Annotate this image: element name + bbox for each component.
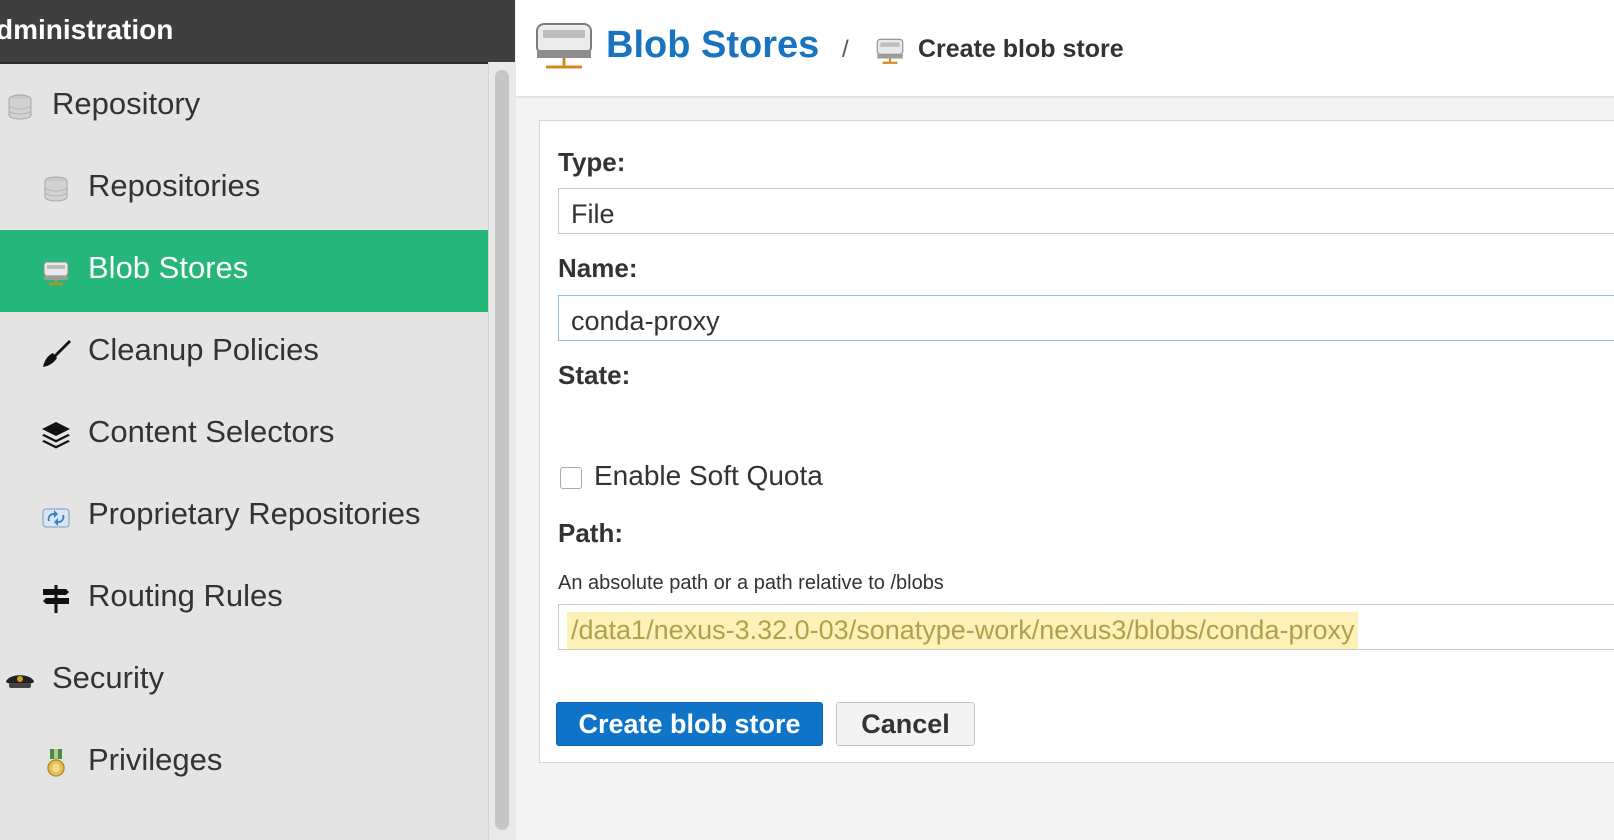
sidebar-item-blob-stores[interactable]: Blob Stores (0, 230, 488, 312)
sidebar-item-content-selectors[interactable]: Content Selectors (0, 394, 488, 476)
sidebar-item-label: Proprietary Repositories (88, 496, 421, 531)
name-input[interactable]: conda-proxy (558, 295, 1614, 341)
sidebar-item-label: Cleanup Policies (88, 332, 319, 367)
layers-icon (40, 419, 72, 451)
scrollbar-thumb[interactable] (495, 70, 509, 830)
signpost-icon (40, 583, 72, 615)
server-drive-icon (534, 20, 594, 77)
sidebar-item-label: Security (52, 660, 164, 695)
create-blob-store-form: Type: File Name: conda-proxy State: Enab… (539, 120, 1614, 763)
path-label: Path: (558, 518, 623, 548)
recycle-icon (40, 501, 72, 533)
sidebar-item-repositories[interactable]: Repositories (0, 148, 488, 230)
path-input[interactable]: /data1/nexus-3.32.0-03/sonatype-work/nex… (558, 604, 1614, 650)
breadcrumb-separator: / (842, 36, 849, 63)
sidebar-item-proprietary-repositories[interactable]: Proprietary Repositories (0, 476, 488, 558)
sidebar-header: dministration (0, 0, 515, 64)
medal-icon (40, 747, 72, 779)
path-help-text: An absolute path or a path relative to /… (558, 572, 944, 594)
sidebar-scrollbar[interactable] (488, 62, 516, 840)
nav-list: Repository Repositories Blob Stores Clea… (0, 66, 488, 804)
sidebar-item-label: Content Selectors (88, 414, 335, 449)
database-icon (4, 91, 36, 123)
sidebar-item-security[interactable]: Security (0, 640, 488, 722)
breadcrumb: Blob Stores / Create blob store (516, 0, 1614, 98)
server-drive-icon (40, 255, 72, 287)
sidebar-item-label: Blob Stores (88, 250, 249, 285)
server-drive-icon (874, 34, 906, 71)
soft-quota-checkbox[interactable] (560, 467, 582, 489)
database-icon (40, 173, 72, 205)
sidebar-item-privileges[interactable]: Privileges (0, 722, 488, 804)
sidebar-item-label: Privileges (88, 742, 223, 777)
broom-icon (40, 337, 72, 369)
breadcrumb-current: Create blob store (918, 35, 1124, 63)
sidebar-item-repository[interactable]: Repository (0, 66, 488, 148)
cancel-button[interactable]: Cancel (836, 702, 975, 746)
sidebar-title: dministration (0, 14, 174, 45)
police-hat-icon (4, 665, 36, 697)
sidebar-item-cleanup-policies[interactable]: Cleanup Policies (0, 312, 488, 394)
sidebar-item-routing-rules[interactable]: Routing Rules (0, 558, 488, 640)
sidebar-item-label: Repositories (88, 168, 261, 203)
sidebar-item-label: Routing Rules (88, 578, 283, 613)
state-label: State: (558, 360, 631, 390)
soft-quota-label[interactable]: Enable Soft Quota (594, 460, 823, 492)
type-field[interactable]: File (558, 188, 1614, 234)
admin-sidebar: dministration Repository Repositories Bl… (0, 0, 516, 840)
name-label: Name: (558, 253, 638, 283)
type-label: Type: (558, 147, 626, 177)
breadcrumb-blob-stores-link[interactable]: Blob Stores (606, 24, 819, 67)
path-value: /data1/nexus-3.32.0-03/sonatype-work/nex… (567, 612, 1359, 649)
create-blob-store-button[interactable]: Create blob store (556, 702, 823, 746)
sidebar-item-label: Repository (52, 86, 201, 121)
